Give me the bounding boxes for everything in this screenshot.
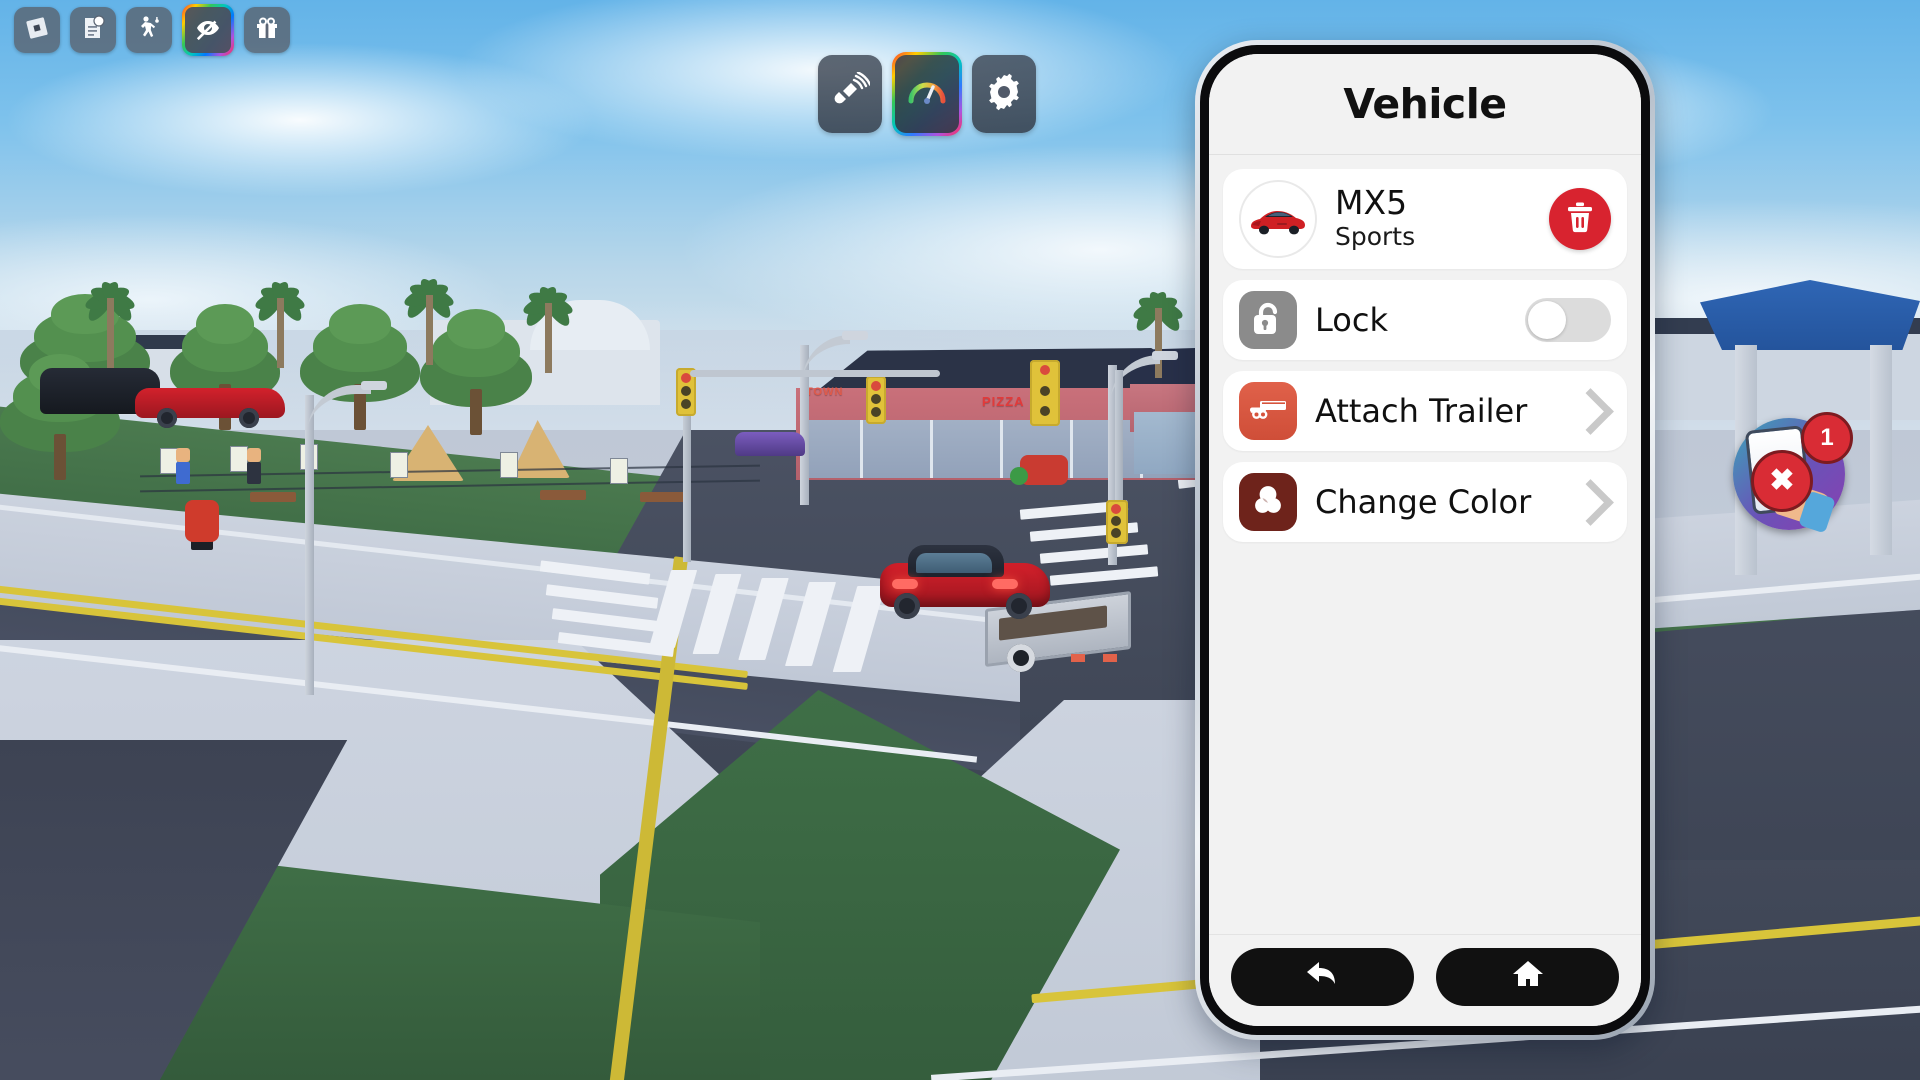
phone-footer	[1209, 934, 1641, 1026]
row-change-color[interactable]: Change Color	[1223, 462, 1627, 542]
roblox-logo-icon	[25, 16, 49, 45]
unlocked-padlock-icon	[1251, 299, 1285, 342]
horn-icon	[830, 70, 872, 117]
phone-dismiss-badge[interactable]: ✖ 1	[1725, 410, 1855, 540]
page-title: Vehicle	[1343, 80, 1507, 128]
gift-button[interactable]	[244, 7, 290, 53]
trailer-icon-tile	[1239, 382, 1297, 440]
chevron-right-icon	[1567, 387, 1614, 435]
phone-header: Vehicle	[1209, 54, 1641, 155]
traffic-light	[1106, 500, 1128, 544]
park-bench	[640, 492, 686, 502]
back-button[interactable]	[1231, 947, 1414, 1006]
phone-device: Vehicle MX5 Sports Lock Attach Trailer C…	[1195, 40, 1655, 1040]
player-vehicle-mx5	[880, 545, 1050, 619]
chat-icon	[80, 14, 106, 46]
settings-gear-icon	[983, 71, 1025, 118]
vehicle-name: MX5	[1335, 183, 1408, 223]
roblox-logo-button[interactable]	[14, 7, 60, 53]
lock-toggle[interactable]	[1525, 298, 1611, 342]
top-left-hud-row	[14, 4, 290, 56]
palm-tree	[400, 245, 458, 365]
palm-tree	[80, 238, 140, 368]
emote-icon	[136, 15, 162, 46]
delete-vehicle-button[interactable]	[1549, 188, 1611, 250]
row-change-color-label: Change Color	[1315, 483, 1532, 521]
pedestrian	[176, 448, 190, 484]
back-arrow-icon	[1304, 959, 1342, 994]
palm-tree	[520, 258, 576, 373]
row-attach-trailer-label: Attach Trailer	[1315, 392, 1528, 430]
park-banner	[610, 458, 628, 484]
toggle-knob	[1528, 301, 1566, 339]
center-hud-row	[818, 52, 1036, 136]
parked-car-red	[135, 378, 285, 428]
park-banner	[500, 452, 518, 478]
pillar	[1870, 345, 1892, 555]
chat-button[interactable]	[70, 7, 116, 53]
hide-ui-button[interactable]	[182, 4, 234, 56]
home-icon	[1511, 959, 1545, 994]
emote-button[interactable]	[126, 7, 172, 53]
town-sign: TOWN	[806, 386, 844, 398]
trash-icon	[1565, 201, 1595, 238]
red-sports-car-thumbnail-icon	[1251, 211, 1305, 235]
phone-bezel: Vehicle MX5 Sports Lock Attach Trailer C…	[1200, 45, 1650, 1035]
palm-tree	[250, 248, 310, 368]
speedometer-icon	[906, 71, 948, 118]
horn-button[interactable]	[818, 55, 882, 133]
pizza-sign: PIZZA	[982, 394, 1025, 409]
phone-content: MX5 Sports Lock Attach Trailer Change Co…	[1209, 155, 1641, 934]
vehicle-card[interactable]: MX5 Sports	[1223, 169, 1627, 269]
hidden-eye-icon	[195, 15, 221, 46]
distant-car-purple	[735, 432, 805, 456]
screenshot-root: PIZZA TOWN ✖ 1 Vehicle MX5 Sports Lock A…	[0, 0, 1920, 1080]
traffic-light-arm	[690, 370, 940, 377]
row-lock-label: Lock	[1315, 301, 1388, 339]
settings-button[interactable]	[972, 55, 1036, 133]
speedometer-button[interactable]	[892, 52, 962, 136]
color-palette-icon	[1251, 483, 1285, 522]
park-bench	[540, 490, 586, 500]
notification-count: 1	[1801, 412, 1853, 464]
gift-icon	[254, 15, 280, 46]
park-banner	[230, 446, 248, 472]
lock-icon-tile	[1239, 291, 1297, 349]
close-icon: ✖	[1751, 450, 1813, 512]
traffic-light	[1030, 360, 1060, 426]
park-banner	[390, 452, 408, 478]
color-icon-tile	[1239, 473, 1297, 531]
row-lock[interactable]: Lock	[1223, 280, 1627, 360]
delivery-scooter	[1010, 455, 1068, 485]
parked-scooter	[185, 500, 219, 542]
pedestrian	[247, 448, 261, 484]
chevron-right-icon	[1567, 478, 1614, 526]
vehicle-category: Sports	[1335, 221, 1416, 251]
traffic-light	[866, 376, 886, 424]
trailer-icon	[1248, 396, 1288, 427]
vehicle-thumbnail	[1239, 180, 1317, 258]
park-bench	[250, 492, 296, 502]
home-button[interactable]	[1436, 947, 1619, 1006]
vehicle-info: MX5 Sports	[1335, 186, 1549, 251]
phone-screen: Vehicle MX5 Sports Lock Attach Trailer C…	[1209, 54, 1641, 1026]
row-attach-trailer[interactable]: Attach Trailer	[1223, 371, 1627, 451]
